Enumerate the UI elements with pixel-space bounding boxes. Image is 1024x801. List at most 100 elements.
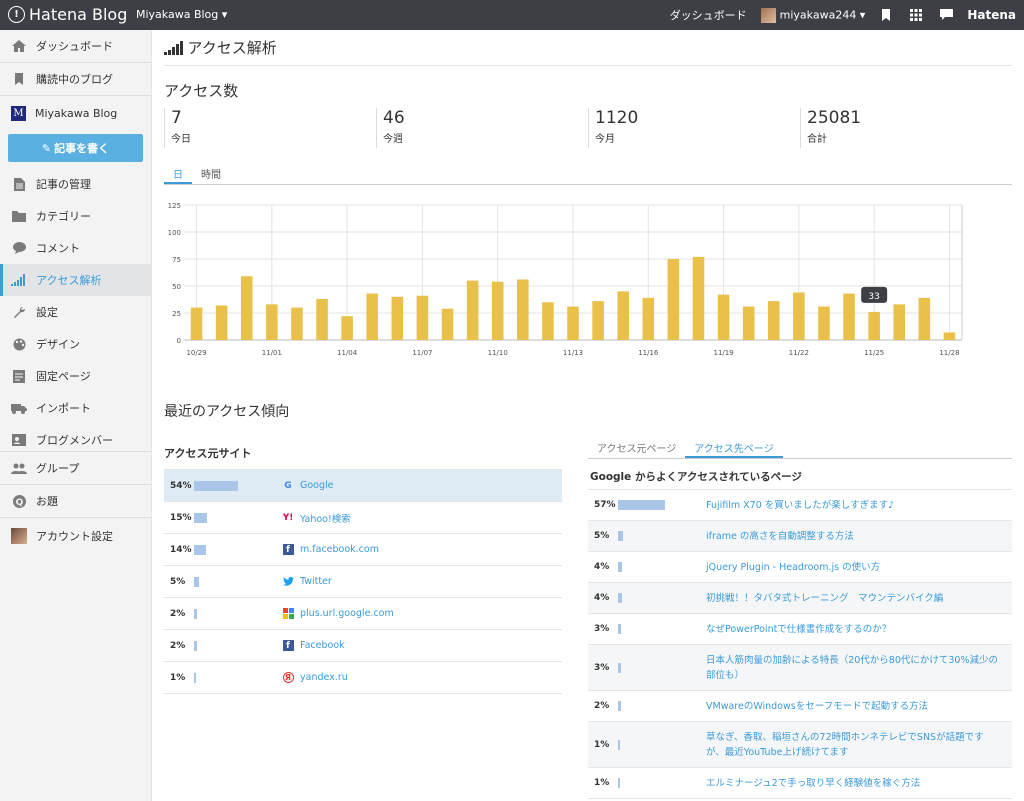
sidebar-item-groups[interactable]: グループ (0, 452, 151, 484)
tab-source-pages[interactable]: アクセス元ページ (588, 435, 685, 458)
sidebar-item-subscriptions[interactable]: 購読中のブログ (0, 63, 151, 95)
bookmark-icon[interactable] (877, 8, 895, 22)
user-menu[interactable]: miyakawa244 ▾ (760, 7, 865, 23)
source-percent: 14% (170, 544, 192, 555)
source-site-link[interactable]: yandex.ru (300, 672, 348, 683)
source-bar (194, 640, 197, 651)
destination-percent: 4% (594, 593, 610, 603)
sidebar-item-comments[interactable]: コメント (0, 232, 151, 264)
sidebar-item-fixed-pages[interactable]: 固定ページ (0, 360, 151, 392)
x-tick-label: 11/04 (337, 349, 358, 357)
y-tick-label: 0 (177, 337, 181, 345)
apps-grid-icon[interactable] (907, 8, 925, 22)
blog-switcher[interactable]: Miyakawa Blog ▾ (136, 8, 227, 21)
source-bar (194, 512, 207, 523)
y-tick-label: 75 (172, 256, 181, 264)
stat-week: 46 今週 (376, 108, 588, 148)
source-bar-cell (194, 672, 282, 683)
source-sites-panel: アクセス元サイト 54% G Google 15% Y! Yahoo!検索 14% f m.fa… (164, 427, 562, 799)
x-tick-label: 11/28 (939, 349, 959, 357)
write-article-button[interactable]: ✎ 記事を書く (8, 134, 143, 162)
palette-icon (11, 337, 27, 351)
source-site-link[interactable]: Facebook (300, 640, 345, 651)
source-bar (194, 672, 196, 683)
chart-bar (391, 296, 404, 340)
chart-bar (868, 311, 880, 340)
source-bar (194, 576, 199, 587)
chart-bar (818, 306, 830, 340)
sidebar-item-account-settings[interactable]: アカウント設定 (0, 518, 151, 554)
tab-hour[interactable]: 時間 (192, 162, 230, 184)
x-tick-label: 11/01 (262, 349, 282, 357)
source-site-link[interactable]: Yahoo!検索 (300, 511, 351, 525)
main-content: アクセス解析 アクセス数 7 今日 46 今週 1120 今月 25081 合計 日 時… (164, 30, 1012, 799)
source-site-link[interactable]: Twitter (300, 576, 332, 587)
chart-bar (768, 301, 780, 340)
right-tabs: アクセス元ページ アクセス先ページ (588, 435, 1012, 459)
x-tick-label: 11/16 (638, 349, 659, 357)
source-row: 5% Twitter (164, 566, 562, 598)
destination-page-link[interactable]: VMwareのWindowsをセーフモードで起動する方法 (706, 699, 1012, 714)
facebook-icon: f (282, 640, 294, 652)
x-tick-label: 10/29 (186, 349, 206, 357)
source-row: 14% f m.facebook.com (164, 534, 562, 566)
destination-page-link[interactable]: iframe の高さを自動調整する方法 (706, 529, 1012, 544)
x-tick-label: 11/25 (864, 349, 884, 357)
source-sites-heading: アクセス元サイト (164, 447, 252, 460)
stat-total: 25081 合計 (800, 108, 1012, 148)
chart-bar (943, 332, 956, 340)
destination-bar (618, 500, 665, 510)
member-icon (11, 433, 27, 447)
destination-bar-cell (618, 624, 706, 634)
destination-page-link[interactable]: なぜPowerPointで仕様書作成をするのか？ (706, 622, 1012, 637)
sidebar-item-dashboard[interactable]: ダッシュボード (0, 30, 151, 62)
chart-bar (240, 276, 253, 340)
notification-icon[interactable] (937, 8, 955, 22)
source-bar-cell (194, 576, 282, 587)
destination-pages-panel: アクセス元ページ アクセス先ページ Google からよくアクセスされているペー… (588, 427, 1012, 799)
source-site-link[interactable]: Google (300, 480, 334, 491)
destination-page-link[interactable]: 初挑戦！！タバタ式トレーニング マウンテンバイク編 (706, 591, 1012, 606)
dashboard-link[interactable]: ダッシュボード (670, 7, 747, 23)
access-bar-chart: 0 25 50 75 100 125 10/29 11/01 11/04 11/07 11/10 11… (168, 202, 963, 357)
source-bar (194, 480, 239, 491)
chart-bar (717, 294, 730, 340)
sidebar-item-blog[interactable]: M Miyakawa Blog (0, 96, 151, 130)
access-chart: 0 25 50 75 100 125 10/29 11/01 11/04 11/07 11/10 11… (164, 195, 1012, 375)
destination-page-link[interactable]: 日本人筋肉量の加齢による特長（20代から80代にかけて30%減少の部位も） (706, 653, 1012, 683)
destination-page-link[interactable]: エルミナージュ2で手っ取り早く経験値を稼ぐ方法 (706, 776, 1012, 791)
destination-row: 1% エルミナージュ2で手っ取り早く経験値を稼ぐ方法 (588, 768, 1012, 799)
hatena-link[interactable]: Hatena (967, 8, 1016, 22)
sidebar-item-manage-articles[interactable]: 記事の管理 (0, 168, 151, 200)
sidebar: ダッシュボード 購読中のブログ M Miyakawa Blog ✎ 記事を書く 記事… (0, 30, 152, 801)
chart-bar (215, 305, 228, 340)
chart-bar (190, 307, 203, 340)
sidebar-item-access-analytics[interactable]: アクセス解析 (0, 264, 151, 296)
chart-bar (893, 304, 906, 340)
x-tick-label: 11/19 (713, 349, 733, 357)
chart-bar (466, 280, 479, 340)
hatena-blog-logo[interactable]: ! Hatena Blog (8, 5, 127, 24)
destination-bar-cell (618, 739, 706, 750)
chart-bar (692, 256, 705, 340)
destination-page-link[interactable]: 草なぎ、香取、稲垣さんの72時間ホンネテレビでSNSが話題ですが、最近YouTu… (706, 730, 1012, 760)
sidebar-item-categories[interactable]: カテゴリー (0, 200, 151, 232)
tab-destination-pages[interactable]: アクセス先ページ (685, 435, 783, 458)
sidebar-item-import[interactable]: インポート (0, 392, 151, 424)
destination-page-link[interactable]: jQuery Plugin - Headroom.js の使い方 (706, 560, 1012, 575)
chart-bar (416, 295, 429, 340)
source-site-link[interactable]: plus.url.google.com (300, 608, 394, 619)
source-bar-cell (194, 608, 282, 619)
sidebar-item-design[interactable]: デザイン (0, 328, 151, 360)
destination-percent: 3% (594, 662, 610, 673)
destination-page-link[interactable]: Fujifilm X70 を買いましたが楽しすぎます♪ (706, 498, 1012, 513)
destination-percent: 1% (594, 739, 610, 750)
source-bar (194, 608, 197, 619)
source-site-link[interactable]: m.facebook.com (300, 544, 379, 555)
sidebar-item-topics[interactable]: Q お題 (0, 485, 151, 517)
destination-row: 1% 草なぎ、香取、稲垣さんの72時間ホンネテレビでSNSが話題ですが、最近You… (588, 722, 1012, 768)
tab-day[interactable]: 日 (164, 162, 192, 184)
destination-bar-cell (618, 531, 706, 541)
destination-bar (618, 778, 620, 788)
sidebar-item-settings[interactable]: 設定 (0, 296, 151, 328)
